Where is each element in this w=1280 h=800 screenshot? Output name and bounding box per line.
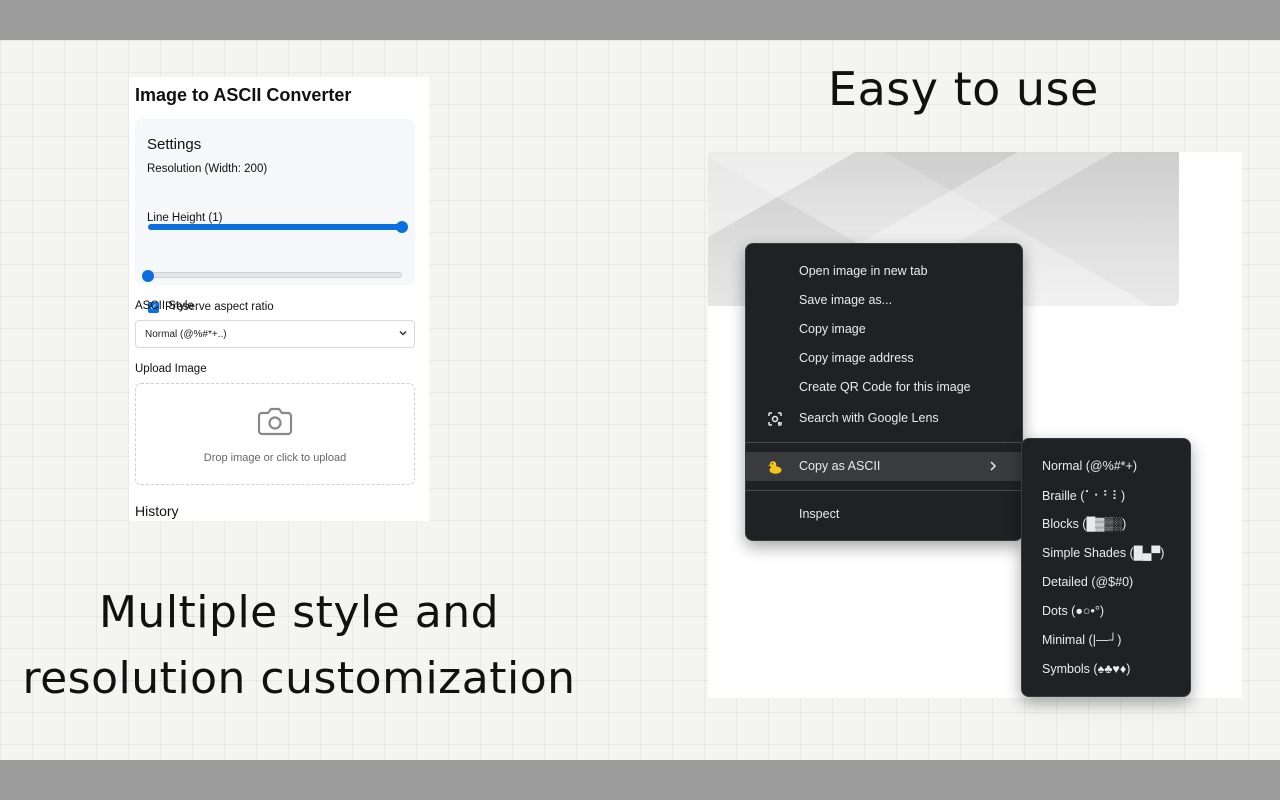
line-height-slider-thumb[interactable]	[142, 270, 154, 282]
submenu-item-normal[interactable]: Normal (@%#*+)	[1042, 459, 1137, 473]
upload-dropzone[interactable]: Drop image or click to upload	[135, 383, 415, 485]
submenu-item-blocks[interactable]: Blocks (█▓▒░)	[1042, 517, 1126, 531]
promo-canvas: Easy to use Multiple style and resolutio…	[0, 40, 1280, 760]
menu-separator	[746, 490, 1022, 491]
menu-item-copy-image[interactable]: Copy image	[746, 315, 1022, 344]
panel-title: Image to ASCII Converter	[135, 85, 352, 105]
ascii-style-label: ASCII Style	[135, 300, 194, 312]
dropzone-text: Drop image or click to upload	[203, 452, 347, 464]
submenu-item-braille[interactable]: Braille (⠁⠂⠃⠇)	[1042, 488, 1125, 503]
submenu-item-dots[interactable]: Dots (●○•°)	[1042, 604, 1104, 618]
ascii-style-select[interactable]: Normal (@%#*+..)	[135, 320, 415, 348]
settings-title: Settings	[147, 136, 202, 153]
headline-customization: Multiple style and resolution customizat…	[0, 580, 598, 712]
menu-item-open-image[interactable]: Open image in new tab	[746, 257, 1022, 286]
menu-item-copy-address[interactable]: Copy image address	[746, 344, 1022, 373]
menu-item-inspect[interactable]: Inspect	[746, 500, 1022, 529]
google-lens-icon	[768, 412, 782, 426]
menu-item-google-lens[interactable]: Search with Google Lens	[746, 404, 1022, 433]
headline-easy-to-use: Easy to use	[828, 62, 1099, 116]
chevron-right-icon	[990, 461, 997, 471]
resolution-label: Resolution (Width: 200)	[147, 163, 268, 175]
chevron-down-icon	[399, 330, 407, 336]
submenu-item-minimal[interactable]: Minimal (|—┘)	[1042, 633, 1121, 647]
line-height-label: Line Height (1)	[147, 212, 223, 224]
menu-item-qr-code[interactable]: Create QR Code for this image	[746, 373, 1022, 402]
resolution-slider-thumb[interactable]	[396, 221, 408, 233]
resolution-slider[interactable]	[148, 221, 408, 233]
ascii-style-value: Normal (@%#*+..)	[145, 329, 227, 340]
submenu-item-simple-shades[interactable]: Simple Shades (█▄▀)	[1042, 546, 1164, 560]
settings-card: Settings Resolution (Width: 200) Line He…	[135, 119, 415, 313]
menu-item-save-image[interactable]: Save image as...	[746, 286, 1022, 315]
camera-icon	[257, 407, 293, 436]
headline-line-2: resolution customization	[22, 653, 576, 704]
menu-separator	[746, 442, 1022, 443]
headline-line-1: Multiple style and	[98, 587, 500, 638]
submenu-item-detailed[interactable]: Detailed (@$#0)	[1042, 575, 1133, 589]
context-menu: Open image in new tab Save image as... C…	[745, 243, 1023, 541]
duck-icon	[767, 461, 782, 474]
menu-item-copy-as-ascii[interactable]: Copy as ASCII	[746, 452, 1022, 481]
line-height-slider[interactable]	[142, 270, 402, 282]
upload-image-label: Upload Image	[135, 363, 207, 375]
ascii-style-submenu: Normal (@%#*+) Braille (⠁⠂⠃⠇) Blocks (█▓…	[1021, 438, 1191, 697]
submenu-item-symbols[interactable]: Symbols (♠♣♥♦)	[1042, 662, 1130, 676]
history-title: History	[135, 503, 179, 519]
converter-panel: Image to ASCII Converter Settings Resolu…	[129, 77, 429, 521]
